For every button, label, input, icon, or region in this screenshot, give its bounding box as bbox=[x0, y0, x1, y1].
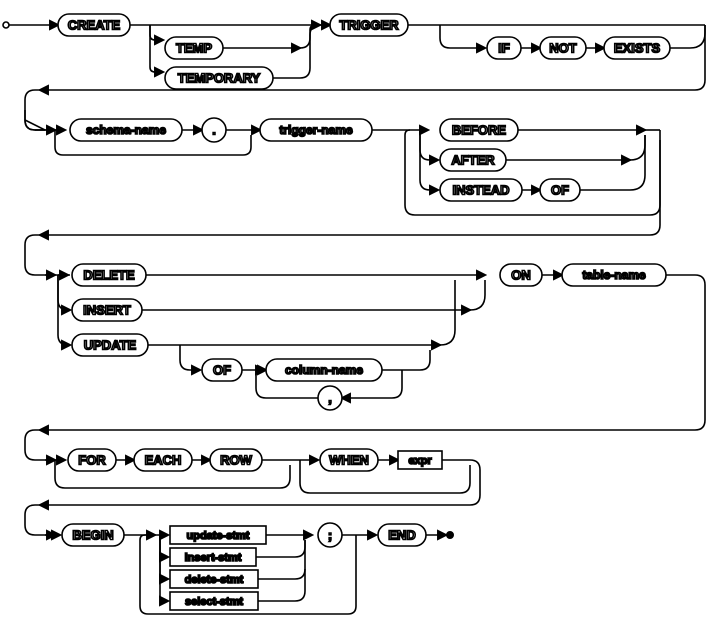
rule-select-stmt: select-stmt bbox=[185, 596, 243, 608]
punct-dot: . bbox=[212, 122, 216, 137]
rule-column-name: column-name bbox=[285, 363, 363, 377]
rule-insert-stmt: insert-stmt bbox=[185, 552, 242, 564]
kw-row: ROW bbox=[220, 452, 253, 467]
kw-end: END bbox=[388, 527, 415, 542]
kw-temporary: TEMPORARY bbox=[178, 70, 261, 85]
syntax-diagram: CREATE TEMP TEMPORARY TRIGGER IF NOT EXI… bbox=[0, 0, 717, 618]
rule-schema-name: schema-name bbox=[86, 123, 166, 137]
kw-each: EACH bbox=[145, 452, 182, 467]
kw-when: WHEN bbox=[329, 452, 369, 467]
kw-of2: OF bbox=[213, 362, 231, 377]
kw-after: AFTER bbox=[451, 152, 495, 167]
kw-instead: INSTEAD bbox=[452, 182, 509, 197]
kw-of: OF bbox=[551, 182, 569, 197]
kw-for: FOR bbox=[78, 452, 106, 467]
rule-update-stmt: update-stmt bbox=[187, 530, 250, 542]
kw-trigger: TRIGGER bbox=[339, 17, 399, 32]
punct-comma: , bbox=[328, 390, 332, 405]
kw-temp: TEMP bbox=[176, 40, 212, 55]
kw-not: NOT bbox=[549, 40, 577, 55]
rule-trigger-name: trigger-name bbox=[279, 123, 353, 137]
punct-semicolon: ; bbox=[328, 527, 332, 542]
kw-create: CREATE bbox=[68, 17, 121, 32]
kw-on: ON bbox=[511, 267, 531, 282]
rule-table-name: table-name bbox=[582, 268, 646, 282]
kw-if: IF bbox=[498, 40, 510, 55]
rule-expr: expr bbox=[408, 455, 432, 467]
kw-exists: EXISTS bbox=[614, 40, 661, 55]
kw-update: UPDATE bbox=[84, 337, 137, 352]
rule-delete-stmt: delete-stmt bbox=[185, 574, 244, 586]
kw-insert: INSERT bbox=[83, 302, 131, 317]
kw-delete: DELETE bbox=[83, 267, 135, 282]
kw-before: BEFORE bbox=[452, 122, 507, 137]
kw-begin: BEGIN bbox=[72, 527, 113, 542]
